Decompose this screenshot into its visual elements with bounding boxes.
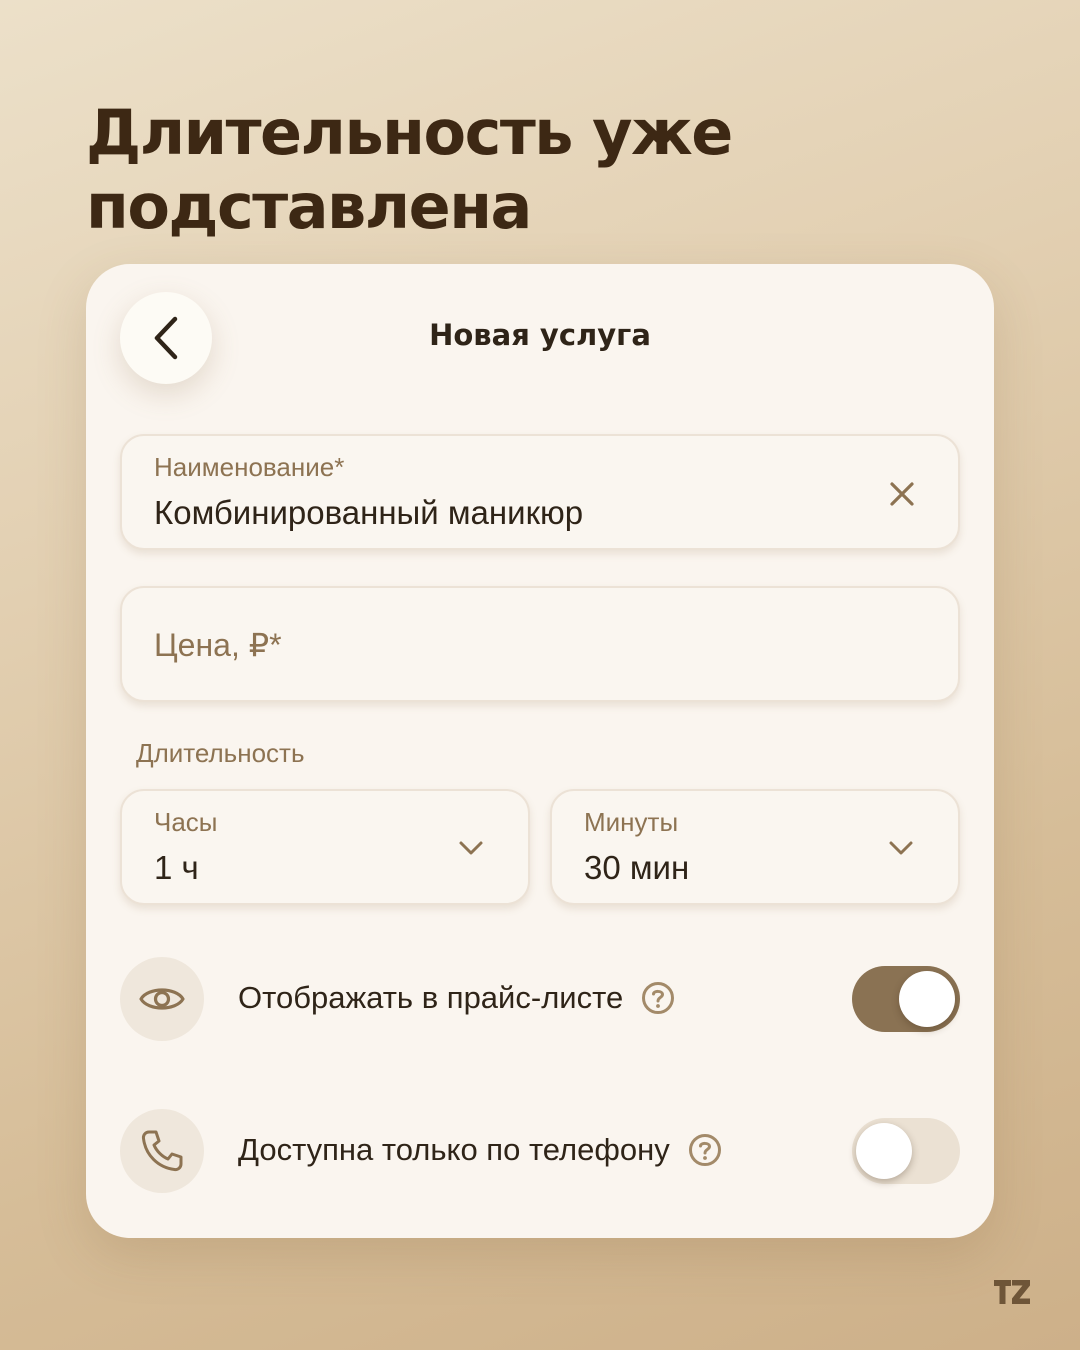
price-list-toggle[interactable]	[852, 966, 960, 1032]
headline-line-2: подставлена	[86, 170, 532, 243]
service-name-label: Наименование*	[154, 452, 345, 482]
eye-icon	[139, 988, 185, 1010]
duration-section-label: Длительность	[136, 738, 305, 768]
hours-select[interactable]: Часы 1 ч	[120, 789, 530, 905]
toggle-knob	[899, 971, 955, 1027]
setting-row-phone-only: Доступна только по телефону	[238, 1132, 722, 1168]
hours-label: Часы	[154, 807, 218, 837]
new-service-card: Новая услуга Наименование* Комбинированн…	[86, 264, 994, 1238]
hours-value: 1 ч	[154, 849, 199, 886]
phone-only-toggle[interactable]	[852, 1118, 960, 1184]
minutes-select[interactable]: Минуты 30 мин	[550, 789, 960, 905]
chevron-down-icon	[889, 841, 913, 855]
tz-logo	[994, 1280, 1030, 1304]
eye-icon-badge	[120, 957, 204, 1041]
price-placeholder: Цена, ₽*	[154, 627, 282, 663]
help-circle-icon[interactable]	[641, 981, 675, 1015]
chevron-down-icon	[459, 841, 483, 855]
service-name-field[interactable]: Наименование* Комбинированный маникюр	[120, 434, 960, 550]
minutes-label: Минуты	[584, 807, 679, 837]
close-icon[interactable]	[888, 480, 916, 508]
setting-row-price-list: Отображать в прайс-листе	[238, 980, 675, 1016]
price-field[interactable]: Цена, ₽*	[120, 586, 960, 702]
page-headline: Длительность уже подставлена	[86, 96, 986, 244]
phone-icon	[141, 1130, 183, 1172]
headline-line-1: Длительность уже	[86, 96, 733, 169]
card-title: Новая услуга	[429, 318, 651, 352]
minutes-value: 30 мин	[584, 849, 690, 886]
phone-only-label: Доступна только по телефону	[238, 1132, 670, 1167]
toggle-knob	[856, 1123, 912, 1179]
service-name-value[interactable]: Комбинированный маникюр	[154, 494, 583, 532]
help-circle-icon[interactable]	[688, 1133, 722, 1167]
phone-icon-badge	[120, 1109, 204, 1193]
price-list-label: Отображать в прайс-листе	[238, 980, 624, 1015]
